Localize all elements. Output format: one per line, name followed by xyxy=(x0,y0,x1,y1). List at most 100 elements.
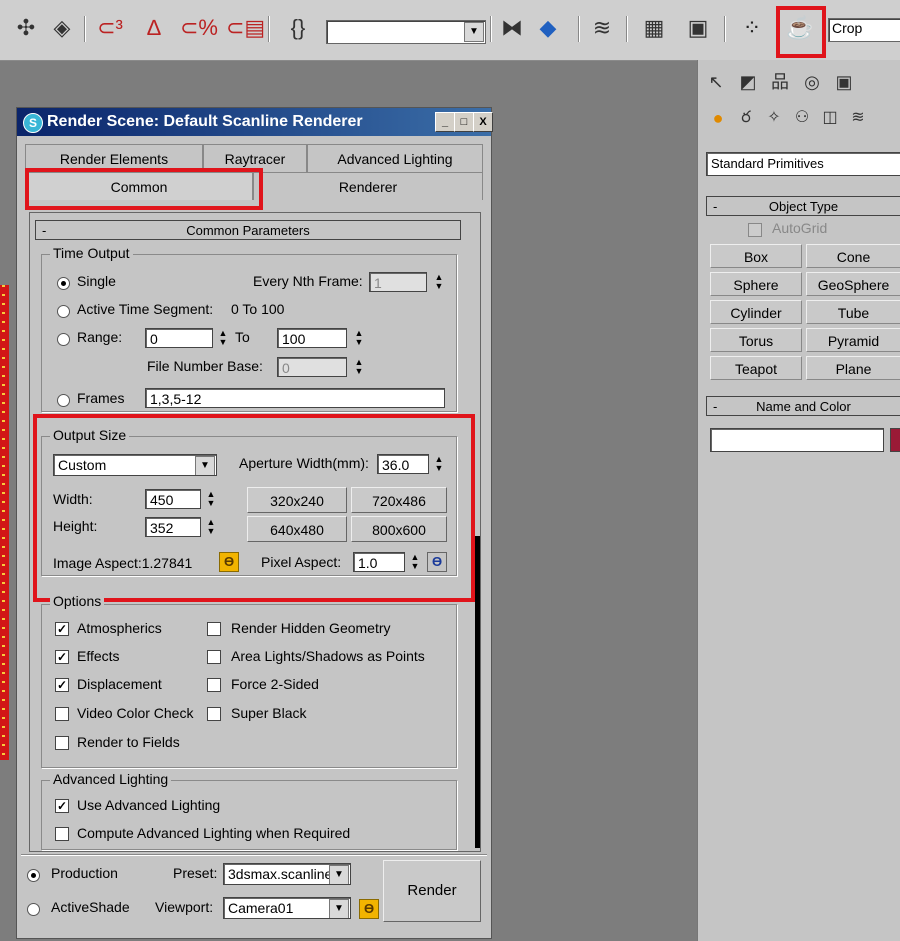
preset-label: Preset: xyxy=(173,865,218,881)
viewport-label: Viewport: xyxy=(155,899,214,915)
tab-renderer[interactable]: Renderer xyxy=(253,172,483,200)
helpers-icon[interactable]: ◫ xyxy=(816,104,844,132)
cameras-icon[interactable]: ⚇ xyxy=(788,104,816,132)
viewport-dropdown[interactable]: Camera01 ▼ xyxy=(223,897,351,919)
layer-manager-icon[interactable]: ≋ xyxy=(588,14,616,42)
motion-tab-icon[interactable]: ◎ xyxy=(798,68,826,96)
chevron-down-icon[interactable]: ▼ xyxy=(329,899,349,918)
create-tab-icon[interactable]: ↖ xyxy=(702,68,730,96)
every-nth-spinner[interactable]: ▲ ▼ xyxy=(433,273,445,293)
common-parameters-rollout[interactable]: - Common Parameters xyxy=(35,220,461,240)
compute-advanced-lighting-checkbox[interactable] xyxy=(55,827,69,841)
autogrid-checkbox[interactable] xyxy=(748,223,762,237)
compute-advanced-lighting-label: Compute Advanced Lighting when Required xyxy=(77,825,351,841)
video-color-check-checkbox[interactable] xyxy=(55,707,69,721)
category-dropdown[interactable]: Standard Primitives xyxy=(706,152,900,176)
mirror-icon[interactable]: ⧓ xyxy=(498,14,526,42)
effects-checkbox[interactable]: ✓ xyxy=(55,650,69,664)
angle-snap-icon[interactable]: ∆ xyxy=(140,14,168,42)
force-2-sided-checkbox[interactable] xyxy=(207,678,221,692)
snap-3d-icon[interactable]: ⊂³ xyxy=(96,14,124,42)
atmospherics-checkbox[interactable]: ✓ xyxy=(55,622,69,636)
plane-button[interactable]: Plane xyxy=(806,356,900,380)
file-number-base-field[interactable]: 0 xyxy=(277,357,347,377)
name-and-color-rollout[interactable]: - Name and Color xyxy=(706,396,900,416)
render-hidden-geometry-checkbox[interactable] xyxy=(207,622,221,636)
options-label: Options xyxy=(50,593,105,609)
file-number-base-spinner[interactable]: ▲ ▼ xyxy=(353,358,365,378)
object-type-rollout[interactable]: - Object Type xyxy=(706,196,900,216)
panel-scrollbar[interactable] xyxy=(475,536,480,848)
close-button[interactable]: X xyxy=(473,112,493,132)
activeshade-radio[interactable] xyxy=(27,903,40,916)
super-black-label: Super Black xyxy=(231,705,307,721)
torus-button[interactable]: Torus xyxy=(710,328,802,352)
curve-editor-icon[interactable]: ▦ xyxy=(640,14,668,42)
render-button[interactable]: Render xyxy=(383,860,481,922)
production-radio[interactable] xyxy=(27,869,40,882)
shapes-icon[interactable]: ర xyxy=(732,104,760,132)
command-panel-tabs: ↖ ◩ 品 ◎ ▣ xyxy=(698,64,900,98)
minimize-button[interactable]: _ xyxy=(435,112,455,132)
range-from-field[interactable]: 0 xyxy=(145,328,213,348)
single-radio[interactable] xyxy=(57,277,70,290)
cone-button[interactable]: Cone xyxy=(806,244,900,268)
object-type-title: Object Type xyxy=(768,199,839,214)
output-size-highlight xyxy=(33,414,475,602)
preset-dropdown[interactable]: 3dsmax.scanline ▼ xyxy=(223,863,351,885)
modify-tab-icon[interactable]: ◩ xyxy=(734,68,762,96)
schematic-view-icon[interactable]: ▣ xyxy=(684,14,712,42)
range-to-spinner[interactable]: ▲ ▼ xyxy=(353,329,365,349)
sphere-button[interactable]: Sphere xyxy=(710,272,802,296)
every-nth-field[interactable]: 1 xyxy=(369,272,427,292)
object-name-field[interactable] xyxy=(710,428,884,452)
viewport-value: Camera01 xyxy=(228,900,294,916)
area-lights-checkbox[interactable] xyxy=(207,650,221,664)
effects-label: Effects xyxy=(77,648,120,664)
box-button[interactable]: Box xyxy=(710,244,802,268)
hierarchy-tab-icon[interactable]: 品 xyxy=(766,68,794,96)
chevron-down-icon[interactable]: ▼ xyxy=(329,865,349,884)
maximize-button[interactable]: □ xyxy=(454,112,474,132)
lights-icon[interactable]: ✧ xyxy=(760,104,788,132)
use-advanced-lighting-checkbox[interactable]: ✓ xyxy=(55,799,69,813)
toolbar-separator xyxy=(578,16,580,42)
edit-named-selection-icon[interactable]: {} xyxy=(284,14,312,42)
cylinder-button[interactable]: Cylinder xyxy=(710,300,802,324)
teapot-button[interactable]: Teapot xyxy=(710,356,802,380)
rollout-collapse: - xyxy=(713,399,718,414)
render-to-fields-checkbox[interactable] xyxy=(55,736,69,750)
object-color-swatch[interactable] xyxy=(890,428,900,452)
active-segment-radio[interactable] xyxy=(57,305,70,318)
render-type-dropdown[interactable]: Crop xyxy=(828,18,900,42)
advanced-lighting-label: Advanced Lighting xyxy=(50,771,172,787)
range-to-field[interactable]: 100 xyxy=(277,328,347,348)
percent-snap-icon[interactable]: ⊂% xyxy=(180,14,218,42)
range-to-label: To xyxy=(235,329,250,345)
material-editor-icon[interactable]: ⁘ xyxy=(738,14,766,42)
every-nth-label: Every Nth Frame: xyxy=(253,273,363,289)
tab-advanced-lighting[interactable]: Advanced Lighting xyxy=(307,144,483,172)
viewport-lock-icon[interactable]: ϴ xyxy=(359,899,379,919)
chevron-down-icon[interactable]: ▼ xyxy=(464,22,484,42)
render-scene-dialog: S Render Scene: Default Scanline Rendere… xyxy=(16,107,493,939)
align-icon[interactable]: ◆ xyxy=(534,14,562,42)
range-from-spinner[interactable]: ▲ ▼ xyxy=(217,329,229,349)
frames-radio[interactable] xyxy=(57,394,70,407)
snap-toggle-icon[interactable]: ✣ xyxy=(12,14,40,42)
frames-field[interactable]: 1,3,5-12 xyxy=(145,388,445,408)
pyramid-button[interactable]: Pyramid xyxy=(806,328,900,352)
spinner-snap-icon[interactable]: ⊂▤ xyxy=(226,14,265,42)
range-radio[interactable] xyxy=(57,333,70,346)
geosphere-button[interactable]: GeoSphere xyxy=(806,272,900,296)
displacement-checkbox[interactable]: ✓ xyxy=(55,678,69,692)
geometry-icon[interactable]: ● xyxy=(704,104,732,132)
dialog-titlebar[interactable]: S Render Scene: Default Scanline Rendere… xyxy=(17,108,493,136)
display-tab-icon[interactable]: ▣ xyxy=(830,68,858,96)
super-black-checkbox[interactable] xyxy=(207,707,221,721)
video-color-check-label: Video Color Check xyxy=(77,705,194,721)
space-warps-icon[interactable]: ≋ xyxy=(844,104,872,132)
cube-icon[interactable]: ◈ xyxy=(48,14,76,42)
named-selection-dropdown[interactable]: ▼ xyxy=(326,20,486,44)
tube-button[interactable]: Tube xyxy=(806,300,900,324)
